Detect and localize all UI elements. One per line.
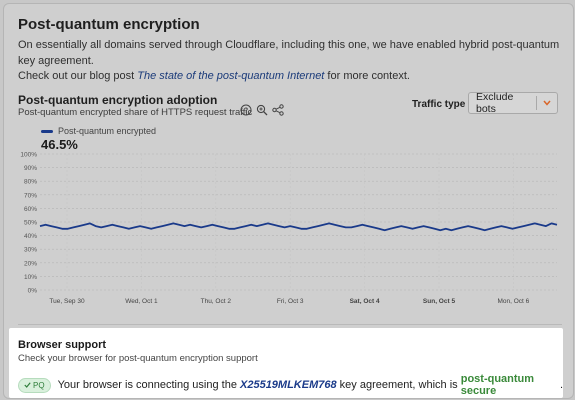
x-tick-label: Mon, Oct 6: [498, 298, 530, 305]
x-tick-label: Fri, Oct 3: [277, 298, 304, 305]
y-tick-label: 30%: [24, 247, 37, 254]
browser-support-panel: Browser support Check your browser for p…: [9, 328, 563, 398]
y-tick-label: 40%: [24, 233, 37, 240]
adoption-chart: 0% 10% 20% 30% 40% 50% 60% 70% 80% 90% 100% Tue, Se…: [20, 152, 558, 305]
browser-support-subtitle: Check your browser for post-quantum encr…: [18, 353, 258, 364]
y-tick-label: 50%: [24, 220, 37, 227]
status-middle: key agreement, which is: [336, 379, 461, 391]
y-tick-label: 10%: [24, 274, 37, 281]
pq-badge: PQ: [18, 377, 51, 393]
x-tick-label: Sat, Oct 4: [350, 298, 380, 305]
browser-support-title: Browser support: [18, 339, 107, 351]
y-tick-label: 70%: [24, 192, 37, 199]
section-divider: [18, 324, 562, 325]
y-tick-label: 20%: [24, 260, 37, 267]
status-prefix: Your browser is connecting using the: [57, 379, 240, 391]
status-suffix: .: [559, 379, 563, 391]
key-agreement-link[interactable]: X25519MLKEM768: [240, 379, 337, 391]
series-line: [39, 222, 558, 232]
page-frame: Post-quantum encryption On essentially a…: [3, 3, 574, 399]
x-tick-label: Sun, Oct 5: [423, 298, 456, 305]
x-tick-label: Tue, Sep 30: [49, 298, 85, 305]
x-tick-label: Thu, Oct 2: [201, 298, 232, 305]
y-tick-label: 100%: [20, 152, 37, 159]
pq-secure-status: post-quantum secure: [460, 373, 535, 397]
browser-status-line: PQ Your browser is connecting using the …: [18, 373, 563, 397]
y-tick-label: 60%: [24, 206, 37, 213]
x-tick-label: Wed, Oct 1: [125, 298, 158, 305]
y-tick-label: 0%: [28, 288, 38, 295]
y-tick-label: 80%: [24, 179, 37, 186]
y-tick-label: 90%: [24, 165, 37, 172]
pq-badge-label: PQ: [33, 380, 45, 390]
check-icon: [24, 382, 31, 388]
